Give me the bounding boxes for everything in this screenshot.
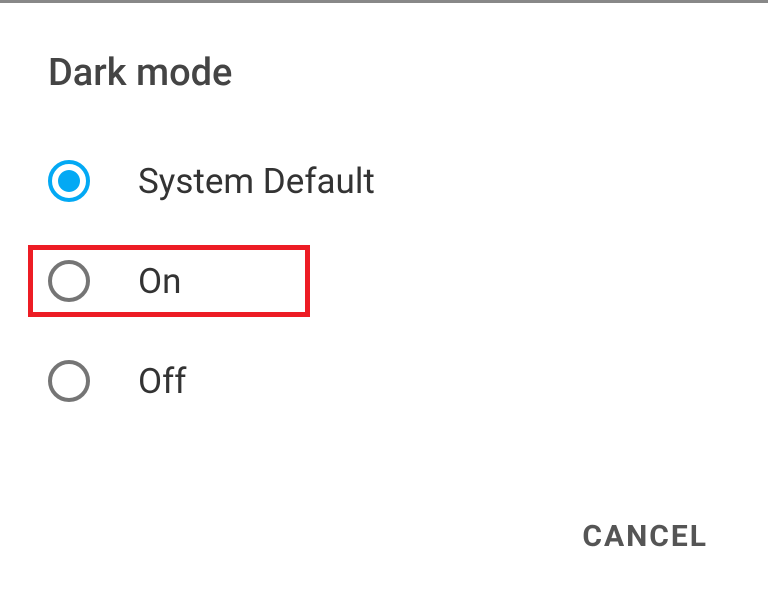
dialog-title: Dark mode (48, 51, 720, 95)
dark-mode-dialog: Dark mode System Default On Off CANCEL (0, 3, 768, 590)
option-label: Off (138, 361, 186, 402)
radio-icon-inner (58, 170, 80, 192)
option-label: System Default (138, 161, 375, 202)
radio-icon (48, 260, 90, 302)
option-label: On (138, 261, 181, 302)
radio-icon (48, 160, 90, 202)
cancel-button[interactable]: CANCEL (582, 519, 708, 554)
radio-option-system-default[interactable]: System Default (48, 145, 720, 217)
radio-option-on[interactable]: On (28, 245, 310, 317)
radio-icon (48, 360, 90, 402)
radio-option-off[interactable]: Off (48, 345, 720, 417)
